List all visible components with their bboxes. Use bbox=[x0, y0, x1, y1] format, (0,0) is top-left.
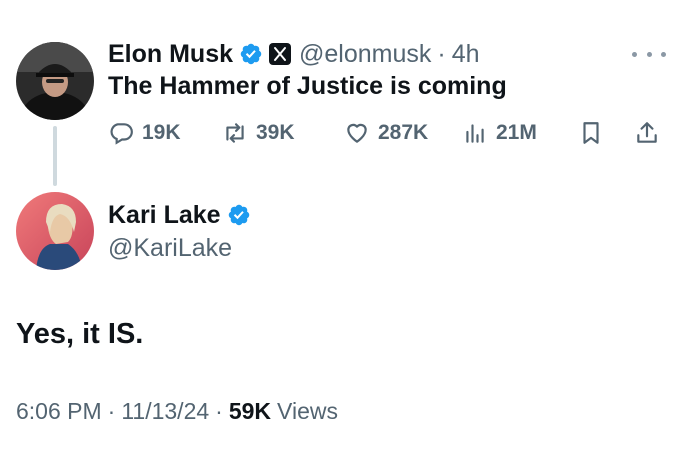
more-icon[interactable] bbox=[632, 44, 666, 64]
retweet-button[interactable]: 39K bbox=[222, 116, 295, 150]
tweet-views-label: Views bbox=[277, 398, 338, 424]
tweet-timestamp[interactable]: 6:06 PM bbox=[16, 398, 102, 425]
analytics-icon bbox=[462, 120, 488, 146]
reply-icon bbox=[108, 120, 134, 146]
reply-author-name[interactable]: Kari Lake bbox=[108, 201, 221, 230]
reply-author-handle[interactable]: @KariLake bbox=[108, 234, 232, 263]
avatar-elon[interactable] bbox=[16, 42, 94, 120]
bookmark-icon bbox=[578, 120, 604, 146]
reply-button[interactable]: 19K bbox=[108, 116, 181, 150]
reply-tweet-header: Kari Lake bbox=[108, 198, 251, 232]
bookmark-button[interactable] bbox=[578, 116, 604, 150]
heart-icon bbox=[344, 120, 370, 146]
share-icon bbox=[634, 120, 660, 146]
separator-dot: · bbox=[107, 398, 116, 424]
tweet-meta: 6:06 PM · 11/13/24 · 59K Views bbox=[16, 398, 338, 425]
author-handle[interactable]: @elonmusk bbox=[299, 40, 431, 69]
tweet-date[interactable]: 11/13/24 bbox=[121, 398, 209, 425]
tweet-views-count: 59K bbox=[228, 398, 272, 424]
reply-count: 19K bbox=[142, 121, 181, 144]
separator-dot: · bbox=[215, 398, 223, 424]
views-button[interactable]: 21M bbox=[462, 116, 537, 150]
separator-dot: · bbox=[437, 39, 446, 68]
author-name[interactable]: Elon Musk bbox=[108, 40, 233, 69]
like-button[interactable]: 287K bbox=[344, 116, 428, 150]
avatar-kari[interactable] bbox=[16, 192, 94, 270]
action-bar: 19K 39K 287K 21M bbox=[108, 116, 660, 150]
thread-line bbox=[53, 126, 57, 186]
verified-badge-icon bbox=[239, 42, 263, 66]
reply-tweet-text: Yes, it IS. bbox=[16, 318, 144, 350]
verified-badge-icon bbox=[227, 203, 251, 227]
like-count: 287K bbox=[378, 121, 429, 144]
retweet-count: 39K bbox=[256, 121, 295, 144]
retweet-icon bbox=[222, 120, 248, 146]
views-count: 21M bbox=[496, 121, 537, 144]
x-logo-icon bbox=[269, 43, 292, 65]
original-tweet-text: The Hammer of Justice is coming bbox=[108, 72, 507, 100]
tweet-time[interactable]: 4h bbox=[452, 40, 480, 69]
share-button[interactable] bbox=[634, 116, 660, 150]
original-tweet-header: Elon Musk @elonmusk · 4h bbox=[108, 38, 480, 70]
